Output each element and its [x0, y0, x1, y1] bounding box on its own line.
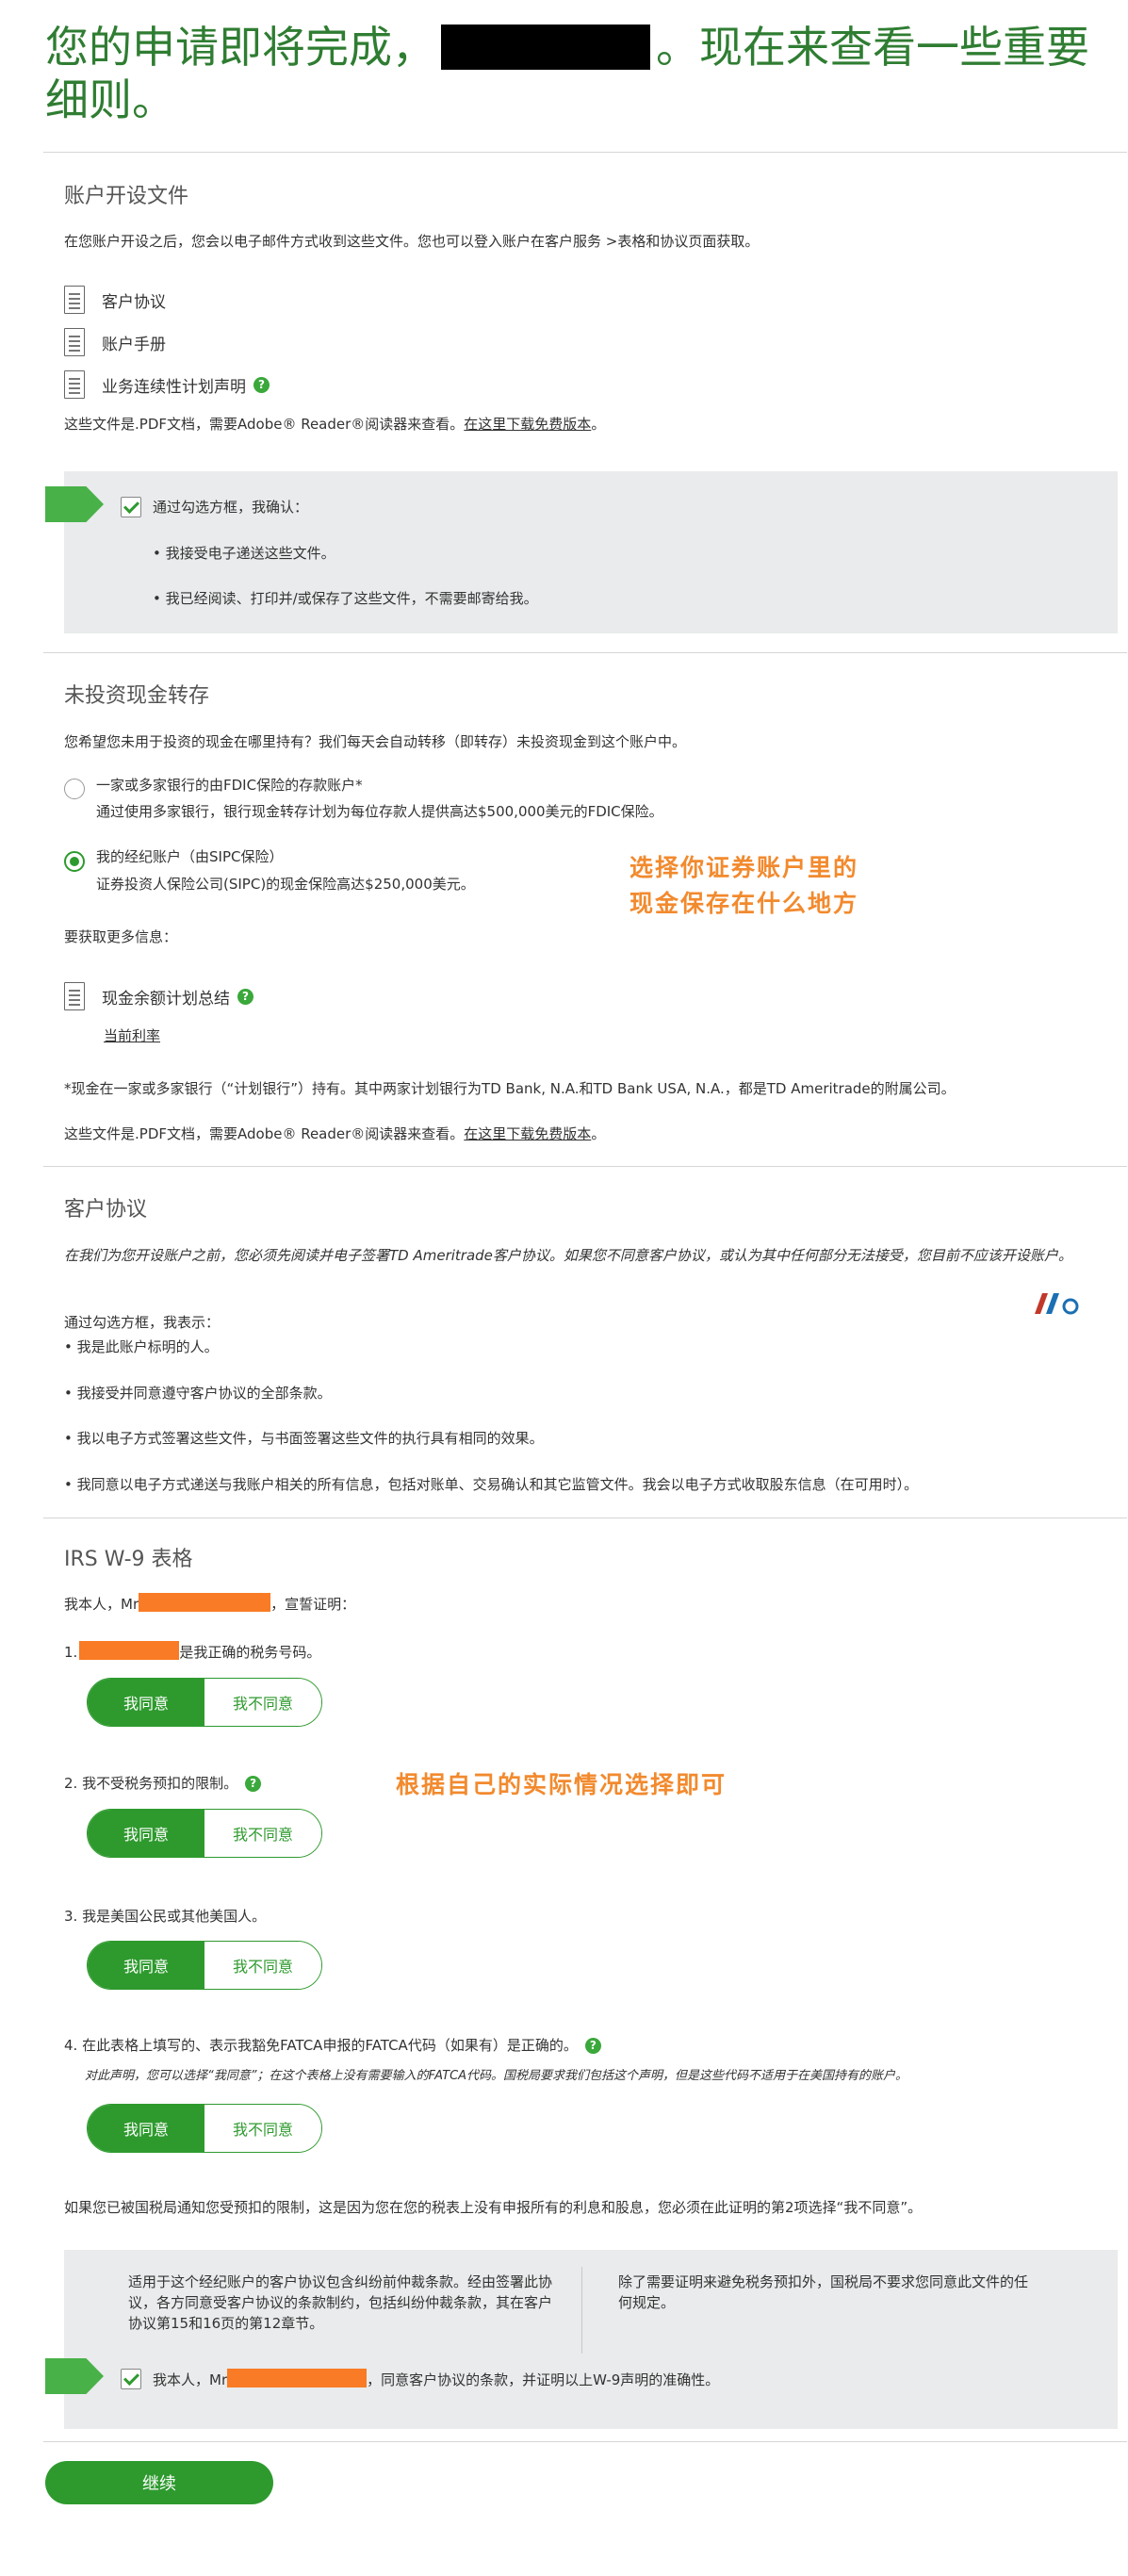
agreement-intro: 在我们为您开设账户之前，您必须先阅读并电子签署TD Ameritrade客户协议… [64, 1247, 1072, 1264]
agreement-item: • 我以电子方式签署这些文件，与书面签署这些文件的执行具有相同的效果。 [64, 1430, 544, 1447]
cash-footnote: *现金在一家或多家银行（“计划银行”）持有。其中两家计划银行为TD Bank, … [64, 1080, 956, 1097]
option-fdic-desc: 通过使用多家银行，银行现金转存计划为每位存款人提供高达$500,000美元的FD… [96, 803, 663, 820]
w9-item-1-toggle[interactable]: 我同意 我不同意 [87, 1678, 322, 1727]
agree-button[interactable]: 我同意 [88, 1679, 204, 1726]
help-icon[interactable]: ? [245, 1776, 262, 1792]
w9-item-4-toggle[interactable]: 我同意 我不同意 [87, 2104, 322, 2153]
section-title-w9: IRS W-9 表格 [64, 1548, 193, 1571]
final-confirm-label: 我本人，Mr ，同意客户协议的条款，并证明以上W-9声明的准确性。 [153, 2369, 719, 2390]
redacted-name [139, 1593, 271, 1612]
confirm-docs-label: 通过勾选方框，我确认： [153, 499, 309, 516]
w9-item-1: 1. 是我正确的税务号码。 [64, 1641, 320, 1663]
document-icon [64, 286, 85, 314]
section-title-account-docs: 账户开设文件 [64, 185, 189, 208]
agreement-item: • 我是此账户标明的人。 [64, 1338, 219, 1355]
agreement-item: • 我接受并同意遵守客户协议的全部条款。 [64, 1385, 332, 1402]
confirm-docs-item: • 我接受电子递送这些文件。 [153, 545, 335, 562]
radio-brokerage[interactable] [64, 851, 85, 872]
agreement-lead: 通过勾选方框，我表示： [64, 1314, 221, 1331]
divider [43, 1166, 1127, 1167]
w9-item-3-toggle[interactable]: 我同意 我不同意 [87, 1941, 322, 1990]
withholding-note: 如果您已被国税局通知您受预扣的限制，这是因为您在您的税表上没有申报所有的利息和股… [64, 2199, 923, 2216]
option-fdic-title: 一家或多家银行的由FDIC保险的存款账户* [96, 777, 363, 794]
download-reader-link[interactable]: 在这里下载免费版本 [464, 416, 591, 433]
help-icon[interactable]: ? [584, 2038, 601, 2054]
w9-intro: 我本人，Mr ，宣誓证明： [64, 1593, 355, 1615]
irs-consent-text: 除了需要证明来避免税务预扣外，国税局不要求您同意此文件的任何规定。 [618, 2273, 1029, 2311]
doc-account-handbook[interactable]: 账户手册 [64, 328, 166, 356]
redacted-tax-id [79, 1641, 180, 1660]
agree-button[interactable]: 我同意 [88, 2105, 204, 2152]
disagree-button[interactable]: 我不同意 [204, 1942, 321, 1989]
divider [43, 2441, 1127, 2442]
account-docs-intro: 在您账户开设之后，您会以电子邮件方式收到这些文件。您也可以登入账户在客户服务 >… [64, 233, 760, 250]
help-icon[interactable]: ? [253, 376, 270, 393]
page-heading: 您的申请即将完成， 。现在来查看一些重要细则。 [45, 22, 1089, 125]
continue-button[interactable]: 继续 [45, 2461, 273, 2504]
w9-item-4-note: 对此声明，您可以选择“我同意”；在这个表格上没有需要输入的FATCA代码。国税局… [85, 2069, 908, 2083]
w9-item-2-toggle[interactable]: 我同意 我不同意 [87, 1809, 322, 1858]
pdf-note: 这些文件是.PDF文档，需要Adobe® Reader®阅读器来查看。在这里下载… [64, 1125, 606, 1142]
confirm-docs-checkbox[interactable] [121, 497, 141, 517]
help-icon[interactable]: ? [237, 988, 253, 1005]
w9-item-4: 4. 在此表格上填写的、表示我豁免FATCA申报的FATCA代码（如果有）是正确… [64, 2035, 601, 2056]
divider [43, 152, 1127, 153]
document-icon [64, 370, 85, 399]
arbitration-text: 适用于这个经纪账户的客户协议包含纠纷前仲裁条款。经由签署此协议，各方同意受客户协… [128, 2273, 553, 2332]
section-title-cash: 未投资现金转存 [64, 684, 210, 708]
td-logo-icon [1035, 1293, 1079, 1315]
option-brokerage-title: 我的经纪账户（由SIPC保险） [96, 848, 284, 865]
option-brokerage-desc: 证券投资人保险公司(SIPC)的现金保险高达$250,000美元。 [96, 876, 475, 893]
box-divider [581, 2267, 582, 2354]
section-title-agreement: 客户协议 [64, 1198, 148, 1222]
cash-intro: 您希望您未用于投资的现金在哪里持有？我们每天会自动转移（即转存）未投资现金到这个… [64, 733, 687, 750]
doc-business-continuity[interactable]: 业务连续性计划声明 ? [64, 370, 270, 399]
doc-cash-summary[interactable]: 现金余额计划总结 ? [64, 982, 253, 1010]
pdf-note: 这些文件是.PDF文档，需要Adobe® Reader®阅读器来查看。在这里下载… [64, 416, 606, 433]
agreement-item: • 我同意以电子方式递送与我账户相关的所有信息，包括对账单、交易确认和其它监管文… [64, 1476, 919, 1493]
current-rate-link[interactable]: 当前利率 [104, 1025, 160, 1046]
disagree-button[interactable]: 我不同意 [204, 1679, 321, 1726]
agree-button[interactable]: 我同意 [88, 1942, 204, 1989]
final-confirm-checkbox[interactable] [121, 2369, 141, 2389]
document-icon [64, 328, 85, 356]
doc-customer-agreement[interactable]: 客户协议 [64, 286, 166, 314]
annotation-cash: 选择你证券账户里的 现金保存在什么地方 [629, 854, 859, 917]
confirm-docs-item: • 我已经阅读、打印并/或保存了这些文件，不需要邮寄给我。 [153, 590, 538, 607]
annotation-w9: 根据自己的实际情况选择即可 [396, 1771, 727, 1798]
w9-item-3: 3. 我是美国公民或其他美国人。 [64, 1908, 267, 1925]
redacted-name [227, 2369, 368, 2387]
disagree-button[interactable]: 我不同意 [204, 2105, 321, 2152]
redacted-name [441, 25, 650, 70]
agree-button[interactable]: 我同意 [88, 1810, 204, 1857]
download-reader-link[interactable]: 在这里下载免费版本 [464, 1125, 591, 1142]
document-icon [64, 982, 85, 1010]
radio-fdic-bank[interactable] [64, 779, 85, 799]
divider [43, 652, 1127, 653]
more-info-label: 要获取更多信息： [64, 928, 178, 945]
disagree-button[interactable]: 我不同意 [204, 1810, 321, 1857]
w9-item-2: 2. 我不受税务预扣的限制。? [64, 1773, 262, 1794]
